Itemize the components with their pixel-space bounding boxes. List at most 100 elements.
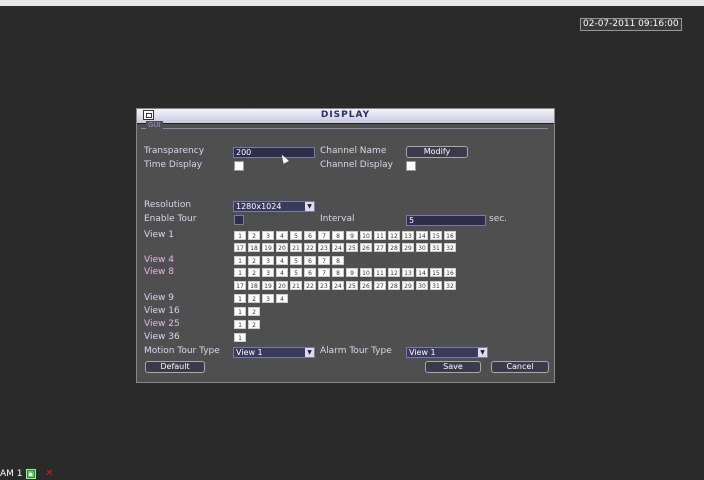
channel-checkbox[interactable]: 27: [374, 281, 386, 290]
resolution-select[interactable]: 1280x1024 ▼: [233, 201, 315, 212]
channel-checkbox[interactable]: 3: [262, 294, 274, 303]
motion-tour-type-select[interactable]: View 1 ▼: [233, 347, 315, 358]
channel-checkbox[interactable]: 1: [234, 268, 246, 277]
channel-checkbox[interactable]: 27: [374, 243, 386, 252]
channel-checkbox[interactable]: 2: [248, 256, 260, 265]
channel-checkbox[interactable]: 2: [248, 307, 260, 316]
channel-checkbox[interactable]: 16: [444, 231, 456, 240]
transparency-input[interactable]: 200: [233, 147, 315, 158]
enable-tour-checkbox[interactable]: [234, 215, 244, 225]
channel-checkbox[interactable]: 7: [318, 231, 330, 240]
channel-checkbox[interactable]: 20: [276, 281, 288, 290]
channel-checkbox[interactable]: 28: [388, 281, 400, 290]
channel-checkbox[interactable]: 9: [346, 231, 358, 240]
channel-checkbox[interactable]: 22: [304, 243, 316, 252]
channel-checkbox[interactable]: 21: [290, 281, 302, 290]
cancel-button[interactable]: Cancel: [491, 361, 549, 373]
channel-checkbox[interactable]: 1: [234, 231, 246, 240]
modify-button[interactable]: Modify: [406, 146, 468, 158]
channel-checkbox[interactable]: 19: [262, 243, 274, 252]
channel-checkbox[interactable]: 26: [360, 281, 372, 290]
channel-checkbox[interactable]: 24: [332, 281, 344, 290]
channel-checkbox[interactable]: 30: [416, 243, 428, 252]
channel-checkbox[interactable]: 9: [346, 268, 358, 277]
channel-checkbox[interactable]: 2: [248, 268, 260, 277]
channel-checkbox[interactable]: 6: [304, 231, 316, 240]
channel-checkbox[interactable]: 17: [234, 243, 246, 252]
channel-checkbox[interactable]: 22: [304, 281, 316, 290]
channel-checkbox[interactable]: 24: [332, 243, 344, 252]
channel-checkbox[interactable]: 30: [416, 281, 428, 290]
channel-name-label: Channel Name: [320, 146, 387, 156]
channel-checkbox[interactable]: 3: [262, 268, 274, 277]
channel-checkbox[interactable]: 14: [416, 268, 428, 277]
channel-checkbox[interactable]: 5: [290, 256, 302, 265]
channel-checkbox[interactable]: 8: [332, 268, 344, 277]
channel-checkbox[interactable]: 15: [430, 268, 442, 277]
alarm-tour-type-select[interactable]: View 1 ▼: [406, 347, 488, 358]
channel-checkbox[interactable]: 25: [346, 243, 358, 252]
channel-checkbox[interactable]: 8: [332, 256, 344, 265]
channel-checkbox[interactable]: 16: [444, 268, 456, 277]
channel-checkbox[interactable]: 4: [276, 294, 288, 303]
channel-checkbox[interactable]: 32: [444, 243, 456, 252]
channel-checkbox[interactable]: 6: [304, 256, 316, 265]
channel-checkbox[interactable]: 13: [402, 231, 414, 240]
channel-checkbox[interactable]: 29: [402, 243, 414, 252]
channel-checkbox[interactable]: 8: [332, 231, 344, 240]
channel-display-checkbox[interactable]: [406, 161, 416, 171]
channel-checkbox[interactable]: 31: [430, 243, 442, 252]
channel-checkbox[interactable]: 14: [416, 231, 428, 240]
channel-checkbox[interactable]: 1: [234, 307, 246, 316]
channel-checkbox[interactable]: 25: [346, 281, 358, 290]
channel-checkbox[interactable]: 3: [262, 256, 274, 265]
save-button[interactable]: Save: [425, 361, 481, 373]
channel-checkbox[interactable]: 11: [374, 268, 386, 277]
view16-label: View 16: [144, 306, 180, 316]
channel-checkbox[interactable]: 18: [248, 243, 260, 252]
interval-input[interactable]: 5: [406, 215, 486, 226]
channel-checkbox[interactable]: 6: [304, 268, 316, 277]
channel-checkbox[interactable]: 23: [318, 281, 330, 290]
channel-checkbox[interactable]: 12: [388, 268, 400, 277]
channel-checkbox[interactable]: 12: [388, 231, 400, 240]
channel-checkbox[interactable]: 2: [248, 231, 260, 240]
channel-checkbox[interactable]: 23: [318, 243, 330, 252]
view4-channels-row1: 12345678: [234, 256, 344, 265]
channel-checkbox[interactable]: 3: [262, 231, 274, 240]
channel-checkbox[interactable]: 1: [234, 333, 246, 342]
channel-checkbox[interactable]: 11: [374, 231, 386, 240]
channel-checkbox[interactable]: 17: [234, 281, 246, 290]
channel-checkbox[interactable]: 32: [444, 281, 456, 290]
channel-checkbox[interactable]: 10: [360, 231, 372, 240]
channel-checkbox[interactable]: 1: [234, 256, 246, 265]
default-button[interactable]: Default: [145, 361, 205, 373]
channel-checkbox[interactable]: 5: [290, 268, 302, 277]
channel-checkbox[interactable]: 13: [402, 268, 414, 277]
channel-checkbox[interactable]: 1: [234, 320, 246, 329]
channel-checkbox[interactable]: 1: [234, 294, 246, 303]
channel-checkbox[interactable]: 2: [248, 294, 260, 303]
channel-checkbox[interactable]: 15: [430, 231, 442, 240]
channel-checkbox[interactable]: 28: [388, 243, 400, 252]
dialog-title: DISPLAY: [320, 110, 371, 120]
view9-channels-row1: 1234: [234, 294, 288, 303]
channel-checkbox[interactable]: 4: [276, 268, 288, 277]
channel-checkbox[interactable]: 26: [360, 243, 372, 252]
time-display-checkbox[interactable]: [234, 161, 244, 171]
channel-checkbox[interactable]: 18: [248, 281, 260, 290]
channel-checkbox[interactable]: 19: [262, 281, 274, 290]
channel-checkbox[interactable]: 20: [276, 243, 288, 252]
channel-checkbox[interactable]: 2: [248, 320, 260, 329]
channel-checkbox[interactable]: 21: [290, 243, 302, 252]
channel-checkbox[interactable]: 7: [318, 256, 330, 265]
channel-checkbox[interactable]: 7: [318, 268, 330, 277]
channel-checkbox[interactable]: 29: [402, 281, 414, 290]
channel-checkbox[interactable]: 31: [430, 281, 442, 290]
channel-checkbox[interactable]: 10: [360, 268, 372, 277]
tab-gui[interactable]: GUI: [146, 121, 163, 129]
channel-checkbox[interactable]: 4: [276, 256, 288, 265]
time-display-label: Time Display: [144, 160, 203, 170]
channel-checkbox[interactable]: 5: [290, 231, 302, 240]
channel-checkbox[interactable]: 4: [276, 231, 288, 240]
